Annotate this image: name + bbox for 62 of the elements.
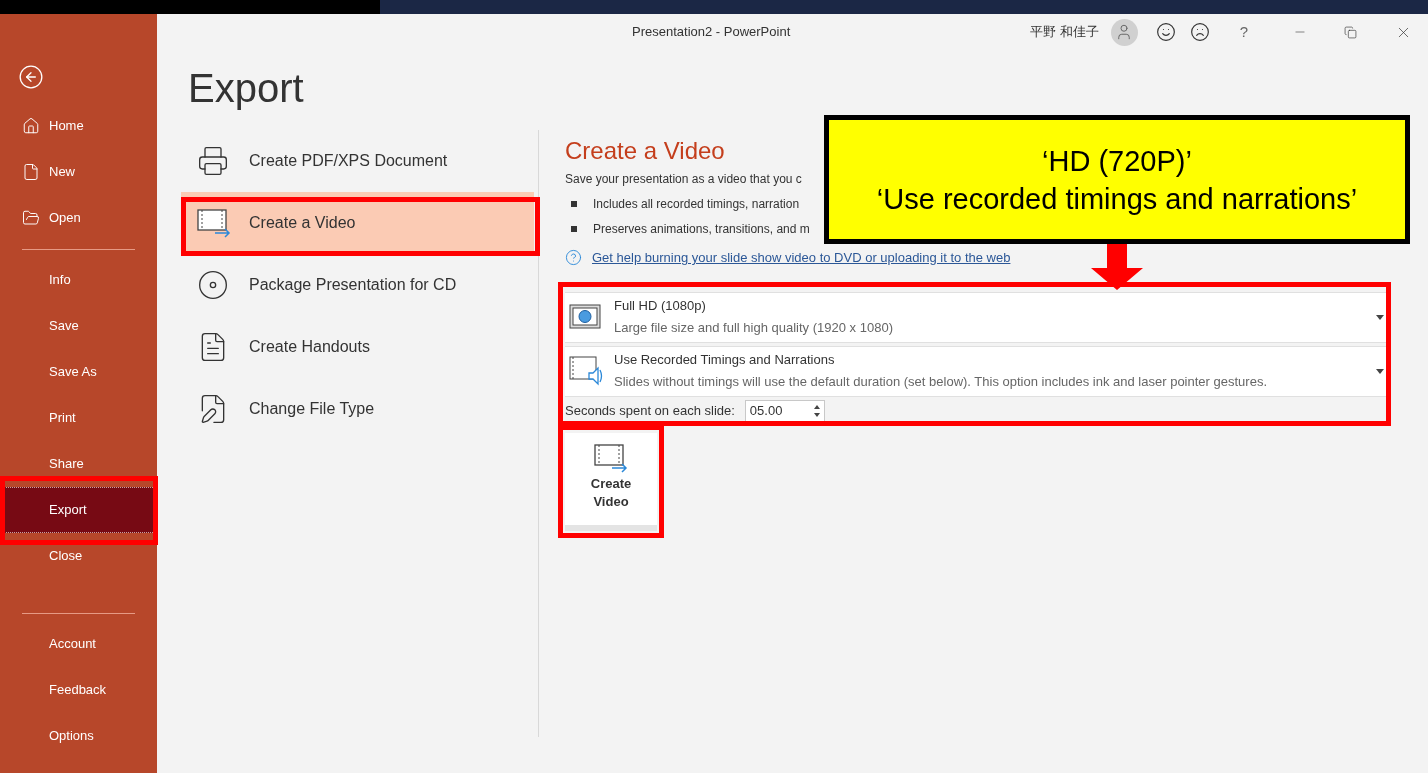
- callout-text: ‘HD (720P)’: [1042, 143, 1192, 179]
- sidebar-item[interactable]: Print: [0, 395, 157, 441]
- sidebar-item[interactable]: Close: [0, 533, 157, 579]
- seconds-label: Seconds spent on each slide:: [565, 401, 735, 420]
- sidebar-item[interactable]: Share: [0, 441, 157, 487]
- home-icon: [22, 117, 40, 135]
- bullet-icon: [571, 201, 577, 207]
- film-icon: [197, 208, 231, 238]
- sidebar-item[interactable]: Options: [0, 713, 157, 759]
- bullet-icon: [571, 226, 577, 232]
- dropdown-title: Full HD (1080p): [614, 297, 707, 315]
- monitor-icon: [569, 303, 601, 331]
- export-option[interactable]: Create Handouts: [181, 316, 534, 378]
- document-icon: [22, 163, 40, 181]
- dropdown-subtitle: Slides without timings will use the default duration (set below). This option includes ink and laser pointer gestures.: [614, 373, 1267, 391]
- sidebar-item[interactable]: Info: [0, 257, 157, 303]
- sidebar-item[interactable]: Feedback: [0, 667, 157, 713]
- sidebar-item[interactable]: Export: [4, 487, 153, 533]
- section-title: Create a Video: [565, 136, 725, 166]
- user-name: 平野 和佳子: [1030, 23, 1099, 42]
- down-arrow: [1091, 244, 1143, 290]
- help-icon: [565, 249, 582, 267]
- seconds-spinner[interactable]: 05.00: [744, 399, 825, 422]
- disc-icon: [197, 269, 229, 301]
- dropdown-caret-icon: [1376, 314, 1384, 320]
- spin-arrows-icon: [813, 403, 820, 418]
- export-option[interactable]: Package Presentation for CD: [181, 254, 534, 316]
- bullet-text: Includes all recorded timings, narration: [593, 196, 800, 213]
- sidebar-item[interactable]: Save: [0, 303, 157, 349]
- sidebar-item[interactable]: Home: [0, 103, 157, 149]
- settings-dropdown[interactable]: Full HD (1080p) Large file size and full high quality (1920 x 1080): [565, 291, 1386, 343]
- frown-icon: [1189, 22, 1210, 42]
- help-link[interactable]: Get help burning your slide show video to DVD or uploading it to the web: [592, 248, 1011, 268]
- smile-icon: [1155, 22, 1176, 42]
- film-speaker-icon: [569, 355, 605, 387]
- user-avatar[interactable]: [1110, 18, 1138, 46]
- callout-text: ‘Use recorded timings and narrations’: [876, 181, 1358, 217]
- sidebar-item[interactable]: Save As: [0, 349, 157, 395]
- dropdown-caret-icon: [1376, 368, 1384, 374]
- restore-icon: [1344, 25, 1357, 39]
- bullet-text: Preserves animations, transitions, and m: [593, 221, 810, 238]
- description: Save your presentation as a video that you c: [565, 171, 802, 188]
- export-option[interactable]: Create PDF/XPS Document: [181, 130, 534, 192]
- sidebar-item[interactable]: Account: [0, 621, 157, 667]
- settings-dropdown[interactable]: Use Recorded Timings and Narrations Slides without timings will use the default duration (set below). This option includes ink and laser pointer gestures.: [565, 345, 1386, 397]
- create-video-button[interactable]: Create Video: [565, 432, 657, 531]
- dropdown-subtitle: Large file size and full high quality (1920 x 1080): [614, 319, 893, 337]
- back-icon: [18, 64, 44, 90]
- export-option[interactable]: Change File Type: [181, 378, 534, 440]
- frown-button[interactable]: [1189, 22, 1210, 42]
- sidebar-item[interactable]: New: [0, 149, 157, 195]
- folder-icon: [22, 209, 40, 227]
- dropdown-title: Use Recorded Timings and Narrations: [614, 351, 836, 369]
- help-button[interactable]: ?: [1239, 20, 1248, 44]
- film-icon: [594, 442, 628, 473]
- window-title: Presentation2 - PowerPoint: [632, 23, 791, 42]
- page-title: Export: [188, 65, 305, 112]
- smile-button[interactable]: [1155, 22, 1176, 42]
- restore-button[interactable]: [1344, 25, 1357, 39]
- back-button[interactable]: [18, 64, 44, 90]
- printer-icon: [197, 145, 229, 177]
- sidebar-item[interactable]: Open: [0, 195, 157, 241]
